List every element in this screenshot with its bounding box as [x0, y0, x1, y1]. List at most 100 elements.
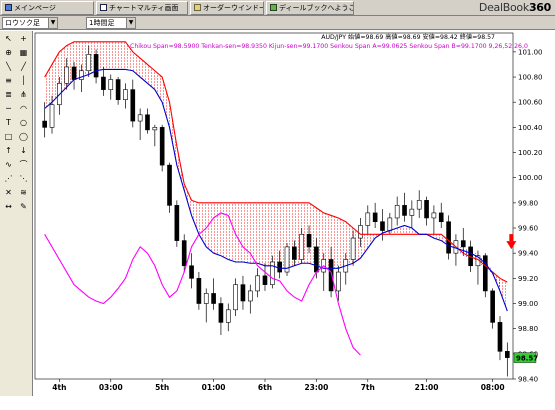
- y-tick-label: 99.80: [518, 199, 538, 207]
- candle-down: [497, 322, 503, 352]
- tab-chart-multi[interactable]: チャートマルティ画面: [96, 1, 188, 15]
- current-price-label: 98.57: [516, 355, 538, 363]
- candle-up: [233, 284, 238, 311]
- speed-line-icon[interactable]: ⋰: [1, 173, 16, 185]
- candle-down: [424, 200, 429, 219]
- x-tick-label: 21:00: [415, 383, 439, 392]
- candle-up: [108, 79, 114, 90]
- delete-tool-icon[interactable]: ✎: [16, 201, 31, 213]
- candle-up: [123, 89, 128, 100]
- candle-down: [115, 79, 121, 100]
- candle-up: [225, 309, 231, 323]
- candle-down: [505, 351, 510, 358]
- candle-down: [328, 259, 334, 292]
- circle-tool-icon[interactable]: ○: [16, 117, 31, 129]
- candle-down: [189, 265, 194, 279]
- logo-number: 360: [528, 1, 551, 14]
- candle-down: [101, 76, 106, 90]
- tab-order-window[interactable]: オーダーウインドー: [190, 1, 264, 15]
- candle-up: [365, 212, 371, 226]
- candle-down: [372, 212, 378, 223]
- y-tick-label: 100.80: [518, 74, 543, 82]
- timeframe-value: 1時間足: [89, 19, 115, 27]
- fan-tool-icon[interactable]: ✕: [1, 187, 16, 199]
- tab-main-page[interactable]: メインページ: [1, 1, 94, 15]
- tab-welcome[interactable]: ディールブックへようこそ: [266, 1, 354, 15]
- sell-signal-arrow-shaft: [509, 234, 514, 242]
- candle-down: [167, 164, 172, 206]
- timeframe-select[interactable]: 1時間足 ▼: [86, 17, 136, 29]
- vertical-line-icon[interactable]: │: [16, 75, 31, 87]
- candle-down: [159, 127, 165, 166]
- regression-tool-icon[interactable]: ≋: [16, 187, 31, 199]
- ohlc-readout: AUD/JPY 始値=98.69 高値=98.69 安値=98.42 終値=98…: [321, 34, 495, 41]
- x-tick-label: 01:00: [202, 383, 226, 392]
- candle-up: [416, 200, 422, 210]
- candle-down: [306, 234, 312, 248]
- y-tick-label: 99.20: [518, 275, 538, 283]
- gann-tool-icon[interactable]: ⋱: [16, 173, 31, 185]
- text-tool-icon[interactable]: T: [1, 117, 16, 129]
- dealbook-window: メインページ チャートマルティ画面 オーダーウインドー ディールブックへようこそ…: [0, 0, 555, 410]
- cursor-tool-icon[interactable]: ↖: [1, 33, 16, 45]
- candle-up: [350, 237, 356, 260]
- tab-label: オーダーウインドー: [203, 4, 264, 12]
- ellipse-tool-icon[interactable]: ◯: [16, 131, 31, 143]
- candle-up: [247, 290, 253, 302]
- zoom-tool-icon[interactable]: ⊕: [1, 47, 16, 59]
- candle-down: [42, 120, 47, 128]
- y-tick-label: 99.40: [518, 250, 538, 258]
- y-tick-label: 100.00: [518, 174, 543, 182]
- bottom-strip: [0, 396, 555, 410]
- x-tick-label: 7th: [361, 383, 375, 392]
- trendline-tool-icon[interactable]: ╲: [1, 61, 16, 73]
- candle-down: [438, 212, 444, 223]
- chart-type-value: ロウソク足: [5, 19, 40, 27]
- arrow-down-tool-icon[interactable]: ↓: [16, 145, 31, 157]
- candle-up: [299, 234, 305, 260]
- chart-type-select[interactable]: ロウソク足 ▼: [2, 17, 58, 29]
- candle-down: [174, 205, 180, 241]
- channel-tool-icon[interactable]: ≡: [1, 75, 16, 87]
- candle-up: [137, 114, 143, 122]
- tab-bar: メインページ チャートマルティ画面 オーダーウインドー ディールブックへようこそ…: [0, 0, 555, 16]
- arrow-up-tool-icon[interactable]: ↑: [1, 145, 16, 157]
- x-tick-label: 23:00: [304, 383, 328, 392]
- arc-tool-icon[interactable]: ◠: [16, 103, 31, 115]
- grid-tool-icon[interactable]: ▦: [16, 47, 31, 59]
- rectangle-tool-icon[interactable]: □: [1, 131, 16, 143]
- measure-tool-icon[interactable]: ↔: [1, 201, 16, 213]
- pitchfork-tool-icon[interactable]: ⋔: [16, 89, 31, 101]
- price-chart[interactable]: 101.00 100.80 100.60 100.40 100.20 100.00 99.8…: [33, 31, 555, 396]
- candle-down: [292, 246, 297, 260]
- candle-up: [49, 104, 55, 128]
- candle-up: [64, 66, 70, 84]
- chart-canvas[interactable]: 101.00100.80100.60100.40100.20100.0099.8…: [33, 31, 555, 396]
- tab-label: メインページ: [14, 4, 56, 12]
- chevron-down-icon[interactable]: ▼: [126, 18, 135, 28]
- x-tick-label: 03:00: [99, 383, 123, 392]
- crosshair-tool-icon[interactable]: +: [16, 33, 31, 45]
- fibonacci-tool-icon[interactable]: ≣: [1, 89, 16, 101]
- candle-up: [387, 217, 393, 231]
- home-icon: [5, 4, 12, 11]
- candle-down: [93, 54, 99, 78]
- x-tick-label: 5th: [155, 383, 169, 392]
- y-tick-label: 99.00: [518, 300, 538, 308]
- candle-up: [86, 54, 92, 72]
- sine-tool-icon[interactable]: ∿: [1, 159, 16, 171]
- candle-up: [152, 127, 158, 131]
- candle-down: [196, 278, 202, 304]
- cycle-tool-icon[interactable]: ⌒: [16, 159, 31, 171]
- candle-down: [460, 240, 466, 248]
- ray-tool-icon[interactable]: ╱: [16, 61, 31, 73]
- x-tick-label: 4th: [52, 383, 66, 392]
- ichimoku-readout: Chikou Span=98.5900 Tenkan-sen=98.9350 K…: [130, 43, 528, 50]
- candle-down: [380, 221, 385, 231]
- candle-down: [71, 66, 77, 80]
- candle-down: [262, 275, 268, 285]
- candle-down: [402, 205, 407, 216]
- chevron-down-icon[interactable]: ▼: [48, 18, 57, 28]
- horizontal-line-icon[interactable]: ─: [1, 103, 16, 115]
- candle-up: [394, 205, 400, 219]
